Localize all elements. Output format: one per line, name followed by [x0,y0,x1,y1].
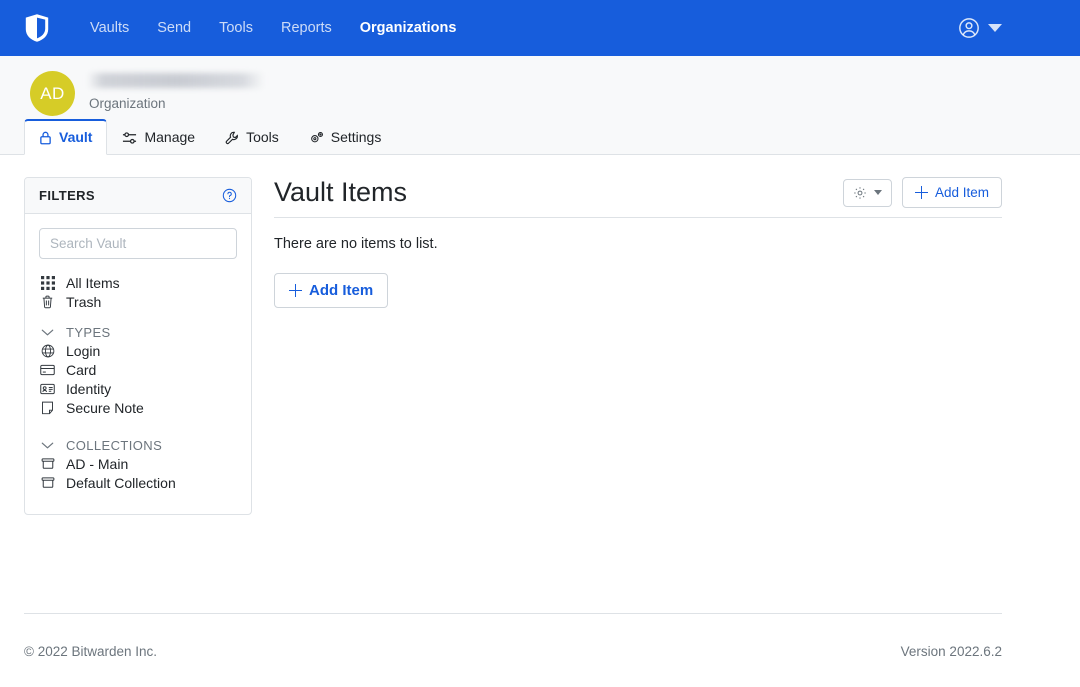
collections-group-label: COLLECTIONS [66,438,162,453]
nav-link-reports[interactable]: Reports [267,14,346,42]
wrench-icon [225,131,239,145]
empty-state-message: There are no items to list. [274,236,1002,252]
trash-icon [39,295,56,309]
filter-item-trash[interactable]: Trash [39,292,237,311]
nav-link-vaults[interactable]: Vaults [76,14,143,42]
add-item-button-top[interactable]: Add Item [902,177,1002,208]
plus-icon [915,186,928,199]
filter-item-trash-label: Trash [66,294,101,310]
filters-header: FILTERS [25,178,251,214]
page-container: FILTERS All Items [0,155,1002,515]
id-card-icon [39,383,56,395]
main-header: Vault Items Add Item [274,177,1002,218]
organization-tabs: Vault Manage Tools Settings [24,119,396,155]
avatar: AD [30,71,75,116]
types-group-label: TYPES [66,325,111,340]
collection-icon [39,476,56,489]
footer-version: Version 2022.6.2 [901,644,1002,659]
footer-copyright: © 2022 Bitwarden Inc. [24,644,157,659]
types-group-toggle[interactable]: TYPES [39,323,237,341]
collection-icon [39,457,56,470]
filters-panel: FILTERS All Items [24,177,252,515]
tab-vault[interactable]: Vault [24,119,107,155]
filters-collections-group: COLLECTIONS AD - Main [39,436,237,492]
filter-item-secure-note[interactable]: Secure Note [39,398,237,417]
nav-link-tools[interactable]: Tools [205,14,267,42]
tab-vault-label: Vault [59,129,92,146]
gear-icon [853,186,867,200]
filter-item-collection-default[interactable]: Default Collection [39,473,237,492]
add-item-button-top-label: Add Item [935,185,989,200]
filters-types-group: TYPES Login [39,323,237,417]
navbar-links: Vaults Send Tools Reports Organizations [76,14,470,42]
globe-icon [39,344,56,358]
tab-settings[interactable]: Settings [294,119,397,155]
tab-tools-label: Tools [246,129,279,146]
filter-item-login[interactable]: Login [39,341,237,360]
account-menu-button[interactable] [958,17,1002,39]
filter-item-all-items[interactable]: All Items [39,273,237,292]
filters-top-list: All Items Trash [39,273,237,311]
chevron-down-icon [988,24,1002,32]
brand-logo-link[interactable] [24,13,76,43]
add-item-button-main[interactable]: Add Item [274,273,388,308]
filter-item-card[interactable]: Card [39,360,237,379]
filter-item-identity-label: Identity [66,381,111,397]
nav-link-send[interactable]: Send [143,14,205,42]
page-footer: © 2022 Bitwarden Inc. Version 2022.6.2 [24,613,1002,659]
filter-item-identity[interactable]: Identity [39,379,237,398]
chevron-down-icon [39,441,56,450]
organization-subtitle: Organization [89,96,263,111]
filter-item-login-label: Login [66,343,100,359]
question-circle-icon[interactable] [222,188,237,203]
nav-link-organizations[interactable]: Organizations [346,14,471,42]
organization-name-redacted [89,73,263,88]
filters-body: All Items Trash [25,214,251,514]
cogs-icon [309,131,324,145]
organization-identity: AD Organization [30,70,1080,116]
collections-group-toggle[interactable]: COLLECTIONS [39,436,237,454]
tab-tools[interactable]: Tools [210,119,294,155]
filter-item-collection-ad-main[interactable]: AD - Main [39,454,237,473]
tab-settings-label: Settings [331,129,382,146]
tab-manage-label: Manage [144,129,195,146]
add-item-button-main-label: Add Item [309,282,373,299]
top-navbar: Vaults Send Tools Reports Organizations [0,0,1080,56]
organization-header: AD Organization Vault Manage To [0,56,1080,155]
user-circle-icon [958,17,980,39]
search-input[interactable] [39,228,237,259]
bitwarden-shield-icon [24,13,50,43]
options-gear-dropdown-button[interactable] [843,179,892,207]
filters-title: FILTERS [39,188,95,203]
filter-item-collection-ad-main-label: AD - Main [66,456,128,472]
page-title: Vault Items [274,177,407,208]
filter-item-collection-default-label: Default Collection [66,475,176,491]
tab-manage[interactable]: Manage [107,119,210,155]
chevron-down-icon [39,328,56,337]
filter-item-all-items-label: All Items [66,275,120,291]
lock-icon [39,131,52,145]
plus-icon [289,284,302,297]
grid-icon [39,276,56,290]
filter-item-secure-note-label: Secure Note [66,400,144,416]
main-content: Vault Items Add Item There are no items … [274,177,1002,515]
caret-down-icon [874,190,882,195]
credit-card-icon [39,364,56,376]
filter-item-card-label: Card [66,362,96,378]
main-header-actions: Add Item [843,177,1002,208]
sticky-note-icon [39,401,56,415]
sliders-icon [122,131,137,145]
